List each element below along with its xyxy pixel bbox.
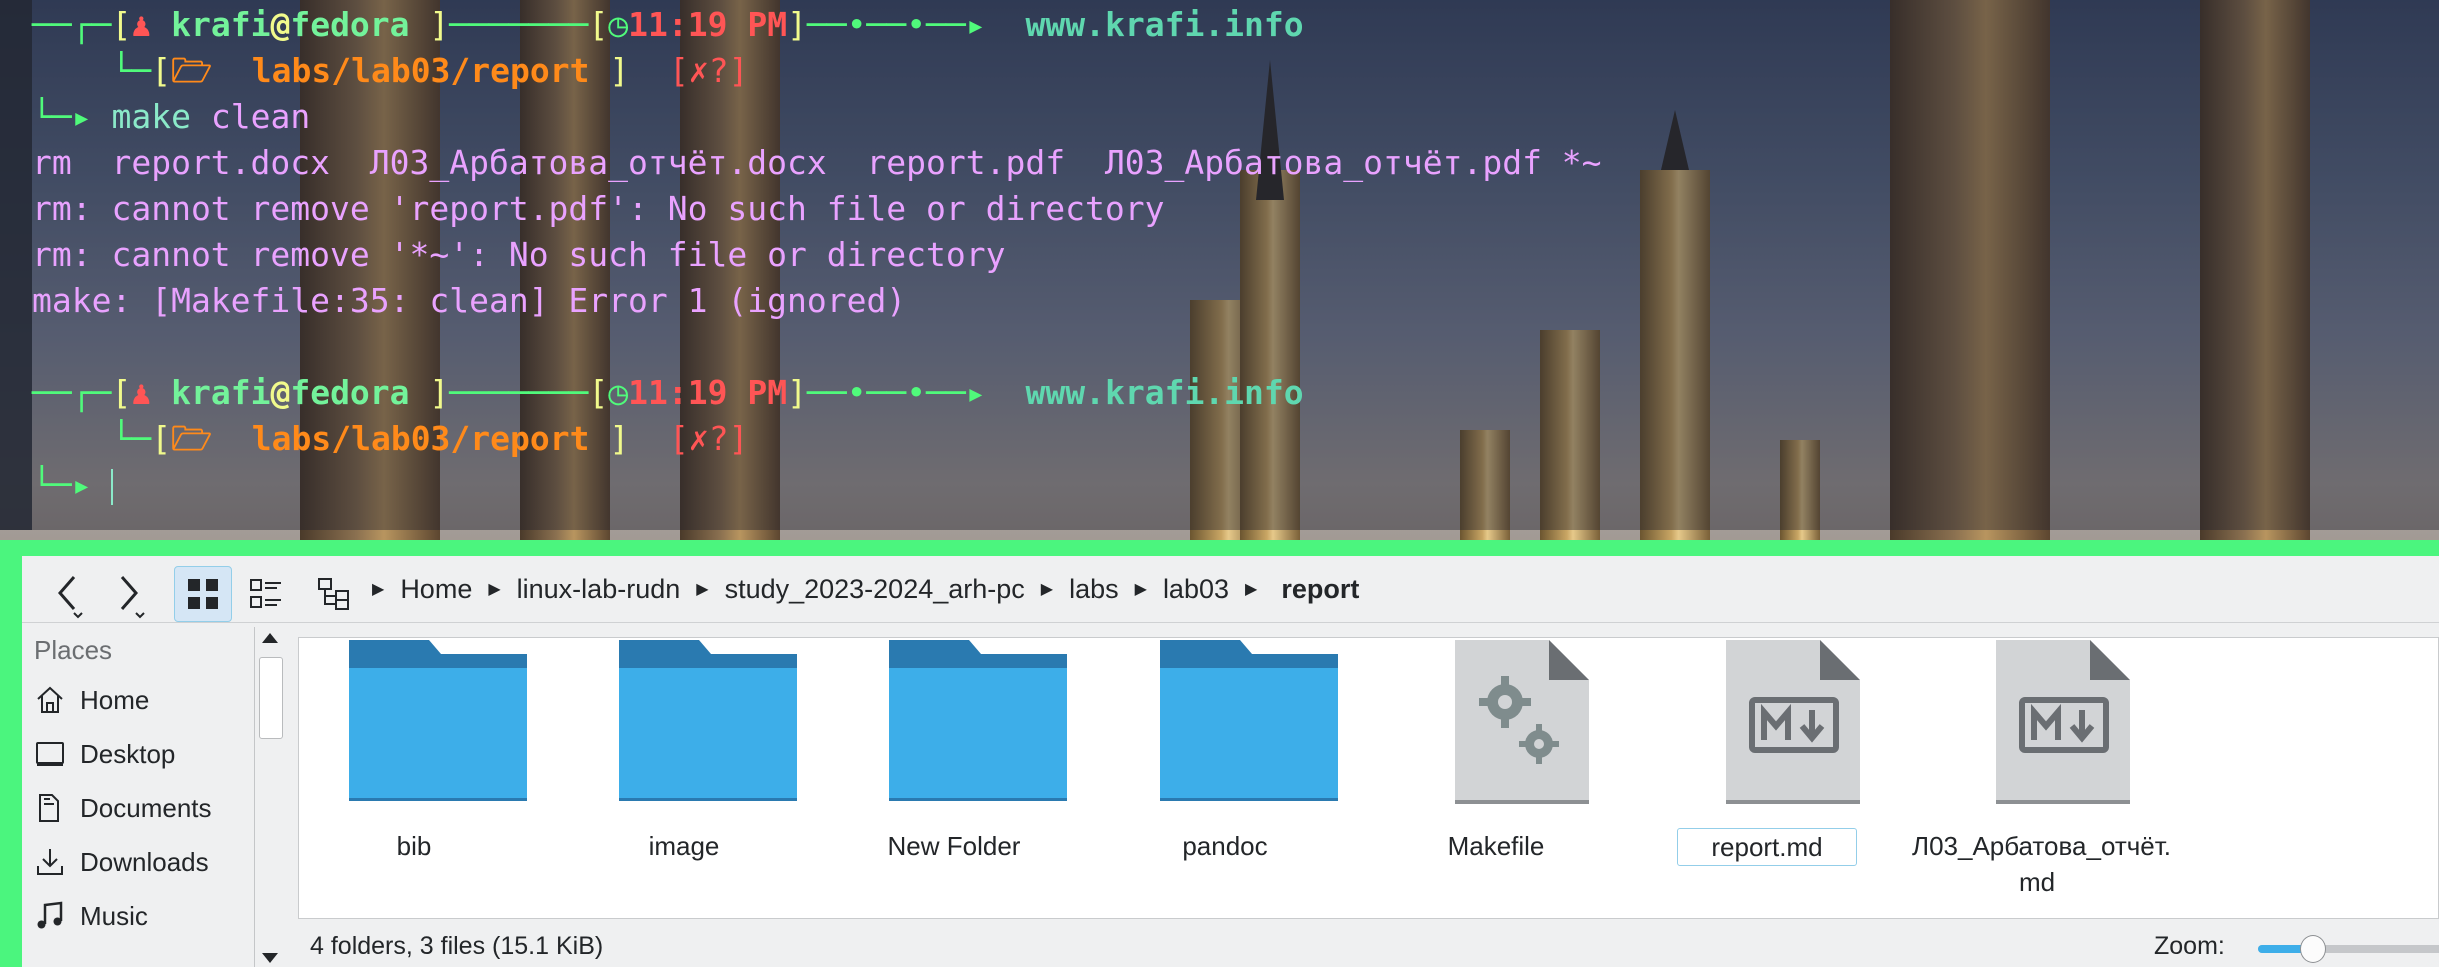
sidebar-item-label: Documents [80,792,212,823]
chevron-left-icon [58,576,83,619]
breadcrumb-lab03[interactable]: lab03 [1163,574,1229,605]
output-line: make: [Makefile:35: clean] Error 1 (igno… [32,281,907,320]
folder-open-icon: 🗁 [171,419,252,458]
user-icon: ♟ [131,5,172,44]
home-icon [37,686,63,713]
breadcrumb-separator-icon[interactable]: ▶ [488,579,500,599]
downloads-icon [37,849,63,875]
folder-open-icon: 🗁 [171,51,252,90]
breadcrumb: ▶ Home ▶ linux-lab-rudn ▶ study_2023-202… [372,556,1359,622]
prompt-path-line-2: └─[🗁 labs/lab03/report ] [✗?] [32,419,749,458]
prompt-line-2: ──┌─[♟ krafi@fedora ]───────[◷11:19 PM]─… [32,373,1304,412]
file-name: report.md [1677,828,1857,866]
scroll-up-icon[interactable] [262,633,278,643]
breadcrumb-study[interactable]: study_2023-2024_arh-pc [725,574,1025,605]
zoom-label: Zoom: [2154,932,2225,960]
breadcrumb-current[interactable]: report [1281,574,1359,605]
folder-icon [349,640,527,801]
sidebar-item-documents[interactable]: Documents [34,788,212,828]
clock-icon: ◷ [608,5,629,44]
sidebar-item-label: Desktop [80,738,176,769]
command-line: └─▸ make clean [32,97,311,136]
breadcrumb-home[interactable]: Home [400,574,472,605]
details-view-button[interactable] [238,566,294,622]
status-summary: 4 folders, 3 files (15.1 KiB) [310,932,604,960]
breadcrumb-linux-lab-rudn[interactable]: linux-lab-rudn [517,574,681,605]
folder-icon [1160,640,1338,801]
sidebar-item-home[interactable]: Home [34,680,149,720]
breadcrumb-separator-icon[interactable]: ▶ [1135,579,1147,599]
markdown-icon [1996,640,2130,804]
markdown-icon [1726,640,1860,804]
zoom-slider-handle[interactable] [2300,935,2326,963]
sidebar-item-label: Home [80,684,150,715]
scrollbar-thumb[interactable] [259,657,283,739]
breadcrumb-separator-icon[interactable]: ▶ [1041,579,1053,599]
output-line: rm report.docx Л03_Арбатова_отчёт.docx r… [32,143,1602,182]
user-icon: ♟ [131,373,172,412]
file-name: image [648,831,720,861]
file-view[interactable]: bib image New Folder pandoc Makefile rep… [298,637,2439,919]
breadcrumb-separator-icon[interactable]: ▶ [1245,579,1257,599]
input-line[interactable]: └─▸ [32,462,114,508]
output-line: rm: cannot remove '*~': No such file or … [32,235,1006,274]
tree-view-icon [318,578,349,610]
sidebar-scrollbar[interactable] [254,627,285,967]
zoom-slider[interactable] [2258,935,2439,963]
breadcrumb-separator-icon[interactable]: ▶ [696,579,708,599]
sidebar-item-label: Downloads [80,846,209,877]
file-name: pandoc [1182,831,1268,861]
prompt-path-line-1: └─[🗁 labs/lab03/report ] [✗?] [32,51,749,90]
desktop-icon [36,742,64,766]
clock-icon: ◷ [608,373,629,412]
file-manager-window: ▶ Home ▶ linux-lab-rudn ▶ study_2023-202… [0,540,2439,967]
forward-button[interactable] [102,566,158,622]
file-name: New Folder [887,831,1021,861]
toolbar: ▶ Home ▶ linux-lab-rudn ▶ study_2023-202… [22,556,2439,623]
icons-view-icon [188,579,218,609]
output-line: rm: cannot remove 'report.pdf': No such … [32,189,1165,228]
breadcrumb-labs[interactable]: labs [1069,574,1119,605]
makefile-gear-icon [1455,640,1589,804]
places-panel: Places Home Desktop Documents Downloads … [22,623,252,967]
icons-view-button[interactable] [174,566,232,622]
sidebar-item-music[interactable]: Music [34,896,148,936]
sidebar-item-desktop[interactable]: Desktop [34,734,175,774]
file-name: Л03_Арбатова_отчёт. md [1912,831,2171,897]
folder-icon [619,640,797,801]
details-view-icon [250,579,281,608]
sidebar-item-label: Music [80,900,148,931]
scroll-down-icon[interactable] [262,953,278,963]
terminal-left-edge [0,0,32,530]
breadcrumb-separator-icon: ▶ [372,581,385,598]
music-icon [37,901,63,929]
tree-view-button[interactable] [306,566,362,622]
back-button[interactable] [40,566,96,622]
text-cursor [111,468,114,505]
status-bar: 4 folders, 3 files (15.1 KiB) Zoom: [298,926,2439,966]
prompt-line-1: ──┌─[♟ krafi@fedora ]───────[◷11:19 PM]─… [32,5,1304,44]
terminal-window[interactable]: ──┌─[♟ krafi@fedora ]───────[◷11:19 PM]─… [0,0,2439,530]
file-name: bib [396,831,432,861]
places-title: Places [34,635,113,665]
chevron-right-icon [120,576,145,619]
folder-icon [889,640,1067,801]
documents-icon [39,794,59,822]
file-name: Makefile [1447,831,1545,861]
sidebar-item-downloads[interactable]: Downloads [34,842,209,882]
